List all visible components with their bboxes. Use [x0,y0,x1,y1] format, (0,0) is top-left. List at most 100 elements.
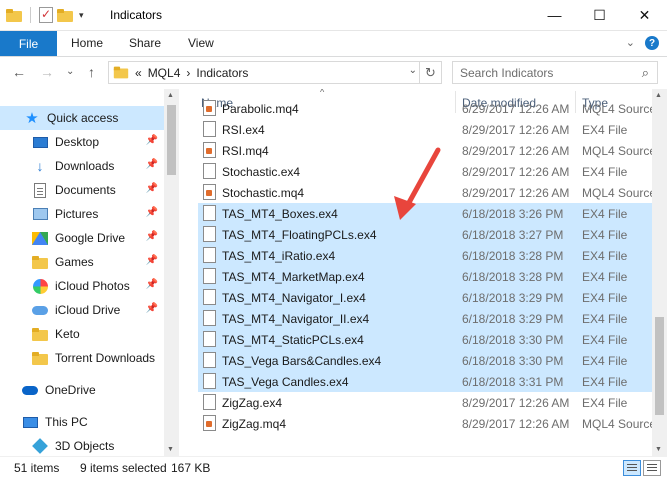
pin-icon[interactable]: 📌 [146,279,158,290]
scroll-up-icon[interactable]: ▲ [655,92,662,99]
file-row[interactable]: TAS_MT4_StaticPCLs.ex4 6/18/2018 3:30 PM E… [198,329,652,350]
pin-icon[interactable]: 📌 [146,255,158,266]
file-type: MQL4 Source [582,102,652,116]
ribbon-right-controls: ⌄ ? [626,36,659,50]
nav-item-google-drive[interactable]: Google Drive 📌 [0,226,164,250]
pin-icon[interactable]: 📌 [146,231,158,242]
file-row[interactable]: TAS_Vega Bars&Candles.ex4 6/18/2018 3:30 … [198,350,652,371]
nav-item-3d-objects[interactable]: 3D Objects [0,434,164,456]
window-title: Indicators [110,8,163,22]
address-dropdown-chevron-icon[interactable]: ⌄ [409,65,417,76]
nav-item-onedrive[interactable]: OneDrive [0,378,164,402]
breadcrumb-mql4[interactable]: MQL4 [148,66,181,80]
forward-button[interactable]: → [40,64,54,80]
file-type: EX4 File [582,228,628,242]
nav-item-keto[interactable]: Keto [0,322,164,346]
mql4-source-file-icon [203,142,216,158]
scroll-down-icon[interactable]: ▼ [655,446,662,453]
file-row[interactable]: TAS_Vega Candles.ex4 6/18/2018 3:31 PM EX4… [198,371,652,392]
tab-file[interactable]: File [0,31,57,56]
scroll-thumb[interactable] [167,105,176,175]
mql4-source-file-icon [203,415,216,431]
nav-item-documents[interactable]: Documents 📌 [0,178,164,202]
file-type: EX4 File [582,270,628,284]
nav-scrollbar[interactable]: ▲ ▼ [164,89,179,456]
minimize-button[interactable]: — [532,0,577,30]
file-date: 8/29/2017 12:26 AM [462,396,570,410]
file-date: 6/18/2018 3:30 PM [462,354,564,368]
nav-item-torrent-downloads[interactable]: Torrent Downloads [0,346,164,370]
file-row[interactable]: Parabolic.mq4 6/29/2017 12:26 AM MQL4 Sour… [198,98,652,119]
refresh-button[interactable]: ↻ [419,62,441,83]
nav-item-pictures[interactable]: Pictures 📌 [0,202,164,226]
details-view-button[interactable] [623,460,641,476]
large-icons-view-button[interactable] [643,460,661,476]
ribbon-tabs: File Home Share View ⌄ ? [0,31,667,57]
maximize-button[interactable]: ☐ [577,0,622,30]
search-input[interactable]: Search Indicators ⌕ [452,61,658,84]
ex4-file-icon [203,289,216,305]
file-type: MQL4 Source [582,144,652,158]
nav-item-label: OneDrive [45,383,96,397]
ex4-file-icon [203,247,216,263]
nav-item-this-pc[interactable]: This PC [0,410,164,434]
file-type: EX4 File [582,333,628,347]
chevron-right-icon[interactable]: › [186,66,190,80]
nav-item-desktop[interactable]: Desktop 📌 [0,130,164,154]
close-button[interactable]: ✕ [622,0,667,30]
folder-icon [32,254,48,270]
file-date: 6/18/2018 3:27 PM [462,228,564,242]
file-row[interactable]: TAS_MT4_MarketMap.ex4 6/18/2018 3:28 PM EX… [198,266,652,287]
file-type: EX4 File [582,375,628,389]
scroll-up-icon[interactable]: ▲ [167,92,174,99]
file-date: 6/18/2018 3:28 PM [462,270,564,284]
scroll-thumb[interactable] [655,317,664,415]
breadcrumb-overflow[interactable]: « [135,66,142,80]
help-icon[interactable]: ? [645,36,659,50]
file-row[interactable]: TAS_MT4_Navigator_II.ex4 6/18/2018 3:29 P… [198,308,652,329]
pin-icon[interactable]: 📌 [146,183,158,194]
file-row[interactable]: ZigZag.mq4 8/29/2017 12:26 AM MQL4 Source [198,413,652,434]
nav-item-label: Pictures [55,207,99,221]
file-date: 6/18/2018 3:28 PM [462,249,564,263]
expand-ribbon-chevron-icon[interactable]: ⌄ [626,36,635,50]
breadcrumb-indicators[interactable]: Indicators [196,66,248,80]
scroll-down-icon[interactable]: ▼ [167,446,174,453]
pin-icon[interactable]: 📌 [146,159,158,170]
nav-item-label: Keto [55,327,80,341]
back-button[interactable]: ← [12,64,26,80]
customize-toolbar-chevron-icon[interactable]: ▾ [79,10,84,21]
nav-item-games[interactable]: Games 📌 [0,250,164,274]
nav-item-icloud-photos[interactable]: iCloud Photos 📌 [0,274,164,298]
nav-item-downloads[interactable]: ↓ Downloads 📌 [0,154,164,178]
nav-item-quick-access[interactable]: ★ Quick access [0,106,164,130]
file-name: TAS_MT4_FloatingPCLs.ex4 [222,228,377,242]
nav-item-label: Documents [55,183,116,197]
nav-item-label: 3D Objects [55,439,115,453]
file-row[interactable]: ZigZag.ex4 8/29/2017 12:26 AM EX4 File [198,392,652,413]
pin-icon[interactable]: 📌 [146,135,158,146]
address-bar[interactable]: « MQL4 › Indicators ⌄ ↻ [108,61,442,84]
pin-icon[interactable]: 📌 [146,207,158,218]
tab-view[interactable]: View [188,36,214,50]
file-date: 8/29/2017 12:26 AM [462,417,570,431]
file-date: 6/18/2018 3:31 PM [462,375,564,389]
file-name: TAS_MT4_Boxes.ex4 [222,207,338,221]
tab-share[interactable]: Share [129,36,161,50]
icloud-drive-icon [32,302,48,318]
file-row[interactable]: TAS_MT4_iRatio.ex4 6/18/2018 3:28 PM EX4 F… [198,245,652,266]
nav-item-icloud-drive[interactable]: iCloud Drive 📌 [0,298,164,322]
folder-icon [32,326,48,342]
up-button[interactable]: ↑ [88,64,95,80]
file-list-scrollbar[interactable]: ▲ ▼ [652,89,667,456]
nav-item-label: Google Drive [55,231,126,245]
file-name: RSI.mq4 [222,144,269,158]
tab-home[interactable]: Home [71,36,103,50]
pin-icon[interactable]: 📌 [146,303,158,314]
nav-item-label: This PC [45,415,88,429]
file-row[interactable]: TAS_MT4_Navigator_I.ex4 6/18/2018 3:29 PM… [198,287,652,308]
properties-icon[interactable] [39,7,53,23]
nav-item-label: Games [55,255,94,269]
recent-locations-chevron-icon[interactable]: ⌄ [66,66,74,77]
new-folder-icon[interactable] [57,8,73,22]
